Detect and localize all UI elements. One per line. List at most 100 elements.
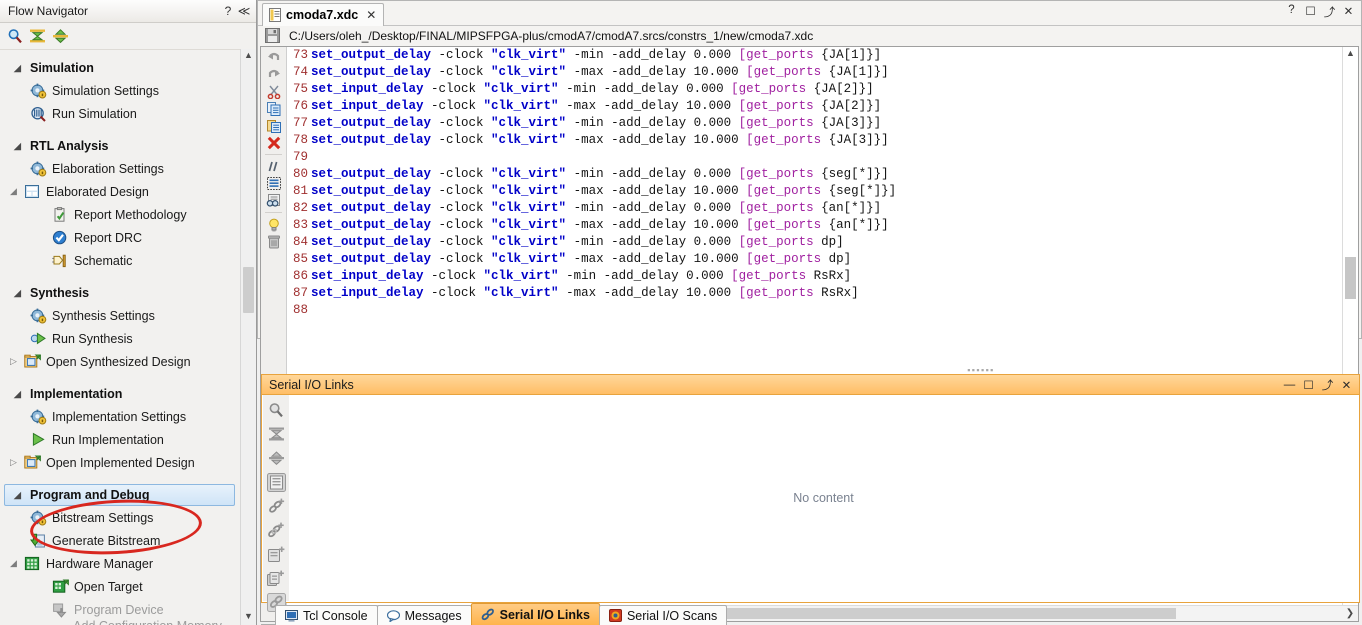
redo-icon[interactable]	[261, 66, 286, 83]
twisty-icon[interactable]: ▷	[10, 356, 24, 367]
flow-item-run-synthesis[interactable]: Run Synthesis	[0, 327, 241, 350]
twisty-icon[interactable]: ◢	[14, 63, 30, 74]
flow-item-run-implementation[interactable]: Run Implementation	[0, 428, 241, 451]
flow-item-report-methodology[interactable]: Report Methodology	[0, 203, 241, 226]
cut-icon[interactable]	[261, 83, 286, 100]
twisty-icon[interactable]: ◢	[14, 141, 30, 152]
close-icon[interactable]: ✕	[366, 8, 376, 22]
ed-maximize-icon[interactable]: ☐	[1301, 4, 1320, 20]
copy-icon[interactable]	[261, 100, 286, 117]
twisty-icon[interactable]: ◢	[14, 490, 30, 501]
bottom-tab-serial-i-o-scans[interactable]: Serial I/O Scans	[598, 605, 728, 625]
sio-close-icon[interactable]: ✕	[1337, 378, 1356, 392]
code-line[interactable]: set_input_delay -clock "clk_virt" -min -…	[311, 268, 1342, 285]
bottom-tab-messages[interactable]: Messages	[376, 605, 472, 625]
settings-gear-icon	[30, 409, 52, 425]
flow-item-implementation-settings[interactable]: Implementation Settings	[0, 405, 241, 428]
serial-io-links-title: Serial I/O Links	[269, 377, 354, 392]
flow-item-hardware-manager[interactable]: ◢ Hardware Manager	[0, 552, 241, 575]
flow-group-simulation[interactable]: ◢ Simulation	[0, 57, 241, 79]
scroll-thumb[interactable]	[1345, 257, 1356, 299]
flow-item-schematic[interactable]: Schematic	[0, 249, 241, 272]
collapse-panel-icon[interactable]: ≪	[236, 4, 252, 18]
help-icon[interactable]: ?	[220, 4, 236, 18]
ed-help-icon[interactable]: ?	[1282, 4, 1301, 20]
trash-icon[interactable]	[261, 233, 286, 250]
scroll-up-icon[interactable]: ▲	[241, 49, 256, 64]
twisty-icon[interactable]: ◢	[14, 288, 30, 299]
ed-float-icon[interactable]: ⤴	[1320, 4, 1339, 20]
code-line[interactable]: set_output_delay -clock "clk_virt" -min …	[311, 234, 1342, 251]
flow-group-implementation[interactable]: ◢ Implementation	[0, 383, 241, 405]
create-link-icon[interactable]	[263, 494, 289, 518]
paste-icon[interactable]	[261, 117, 286, 134]
code-line[interactable]	[311, 149, 1342, 166]
code-line[interactable]: set_input_delay -clock "clk_virt" -min -…	[311, 81, 1342, 98]
editor-tab-cmoda7-xdc[interactable]: cmoda7.xdc ✕	[262, 3, 385, 27]
collapse-all-icon[interactable]	[29, 28, 46, 44]
scroll-thumb[interactable]	[243, 267, 254, 313]
flow-item-bitstream-settings[interactable]: Bitstream Settings	[0, 506, 241, 529]
expand-all-icon[interactable]	[52, 28, 69, 44]
flow-item-elaborated-design[interactable]: ◢ Elaborated Design	[0, 180, 241, 203]
horizontal-splitter-handle[interactable]: ▪▪▪▪▪▪	[602, 365, 1360, 375]
flow-item-elaboration-settings[interactable]: Elaboration Settings	[0, 157, 241, 180]
code-line[interactable]: set_output_delay -clock "clk_virt" -max …	[311, 183, 1342, 200]
sio-minimize-icon[interactable]: —	[1280, 379, 1299, 391]
flow-item-open-implemented-design[interactable]: ▷ Open Implemented Design	[0, 451, 241, 474]
find-icon[interactable]	[261, 192, 286, 209]
flow-item-open-synthesized-design[interactable]: ▷ Open Synthesized Design	[0, 350, 241, 373]
ed-close-icon[interactable]: ✕	[1339, 4, 1358, 20]
undo-icon[interactable]	[261, 49, 286, 66]
lightbulb-icon[interactable]	[261, 216, 286, 233]
flow-item-report-drc[interactable]: Report DRC	[0, 226, 241, 249]
flow-item-simulation-settings[interactable]: Simulation Settings	[0, 79, 241, 102]
save-icon[interactable]	[265, 28, 280, 43]
bottom-tab-serial-i-o-links[interactable]: Serial I/O Links	[470, 603, 600, 625]
code-line[interactable]	[311, 302, 1342, 319]
code-line[interactable]: set_input_delay -clock "clk_virt" -max -…	[311, 285, 1342, 302]
code-line[interactable]: set_output_delay -clock "clk_virt" -max …	[311, 217, 1342, 234]
flow-group-rtl-analysis[interactable]: ◢ RTL Analysis	[0, 135, 241, 157]
flow-group-synthesis[interactable]: ◢ Synthesis	[0, 282, 241, 304]
delete-icon[interactable]	[261, 134, 286, 151]
search-icon[interactable]	[7, 28, 23, 44]
serial-io-links-header: Serial I/O Links — ☐ ⤴ ✕	[262, 375, 1359, 395]
code-line[interactable]: set_output_delay -clock "clk_virt" -max …	[311, 64, 1342, 81]
twisty-icon[interactable]: ◢	[10, 186, 24, 197]
code-editor-panel: cmoda7.xdc ✕ ? ☐ ⤴ ✕ C:/Users/oleh_/Desk…	[257, 0, 1362, 622]
indent-icon[interactable]	[261, 175, 286, 192]
add-link-group-icon[interactable]	[263, 566, 289, 590]
flow-item-open-target[interactable]: Open Target	[0, 575, 241, 598]
twisty-icon[interactable]: ◢	[10, 558, 24, 569]
code-line[interactable]: set_output_delay -clock "clk_virt" -min …	[311, 200, 1342, 217]
flow-item-generate-bitstream[interactable]: Generate Bitstream	[0, 529, 241, 552]
add-link-icon[interactable]	[263, 542, 289, 566]
flow-item-run-simulation[interactable]: Run Simulation	[0, 102, 241, 125]
bottom-tab-tcl-console[interactable]: Tcl Console	[275, 605, 378, 625]
code-line[interactable]: set_input_delay -clock "clk_virt" -max -…	[311, 98, 1342, 115]
twisty-icon[interactable]: ▷	[10, 457, 24, 468]
twisty-icon[interactable]: ◢	[14, 389, 30, 400]
code-line[interactable]: set_output_delay -clock "clk_virt" -min …	[311, 115, 1342, 132]
search-icon[interactable]	[263, 398, 289, 422]
open-design-icon	[24, 454, 46, 471]
auto-fit-icon[interactable]	[263, 470, 289, 494]
flow-navigator-scrollbar[interactable]: ▲ ▼	[240, 49, 256, 625]
scroll-down-icon[interactable]: ▼	[241, 610, 256, 625]
create-link-group-icon[interactable]	[263, 518, 289, 542]
code-line[interactable]: set_output_delay -clock "clk_virt" -min …	[311, 47, 1342, 64]
comment-icon[interactable]	[261, 158, 286, 175]
code-line[interactable]: set_output_delay -clock "clk_virt" -min …	[311, 166, 1342, 183]
collapse-all-icon[interactable]	[263, 422, 289, 446]
flow-group-program-and-debug[interactable]: ◢ Program and Debug	[4, 484, 235, 506]
line-number: 79	[292, 150, 308, 164]
sio-float-icon[interactable]: ⤴	[1318, 377, 1337, 393]
expand-all-icon[interactable]	[263, 446, 289, 470]
scroll-up-icon[interactable]: ▲	[1343, 47, 1358, 61]
code-line[interactable]: set_output_delay -clock "clk_virt" -max …	[311, 132, 1342, 149]
scroll-right-icon[interactable]: ❯	[1342, 608, 1358, 619]
sio-maximize-icon[interactable]: ☐	[1299, 378, 1318, 392]
code-line[interactable]: set_output_delay -clock "clk_virt" -max …	[311, 251, 1342, 268]
flow-item-synthesis-settings[interactable]: Synthesis Settings	[0, 304, 241, 327]
